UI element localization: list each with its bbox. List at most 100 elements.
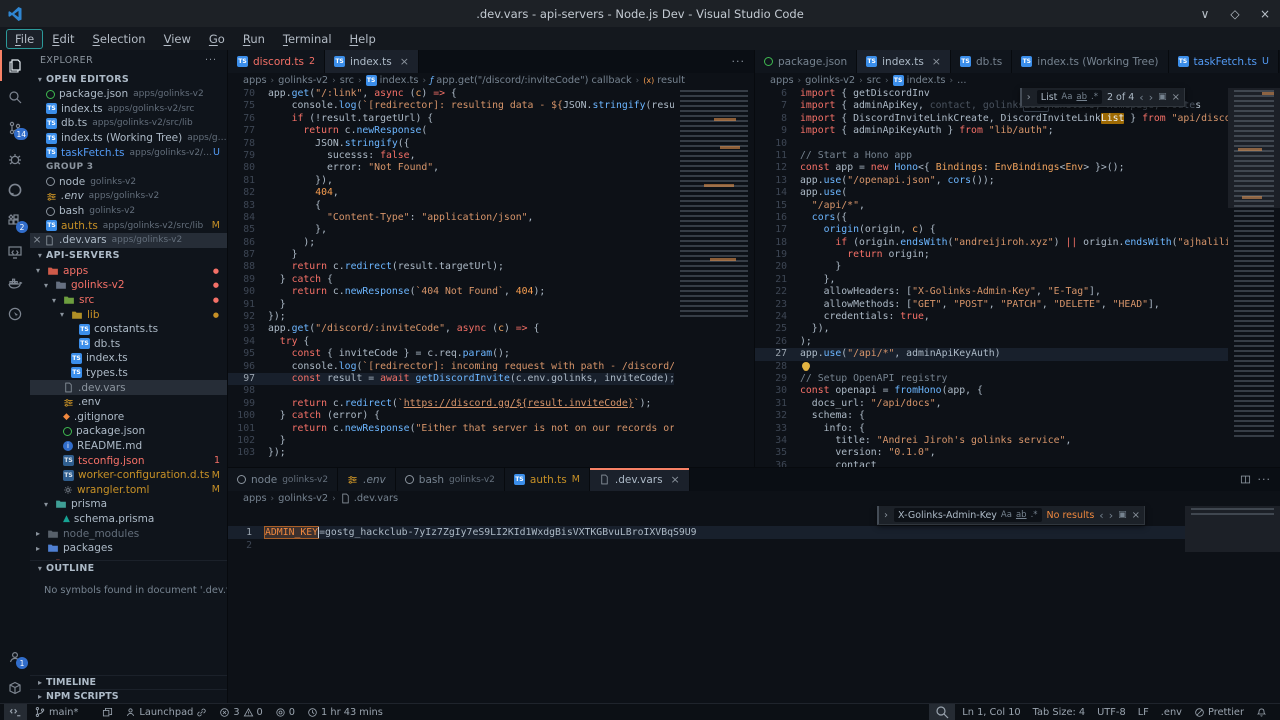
menu-file[interactable]: File xyxy=(6,29,43,49)
activity-docker-icon[interactable] xyxy=(0,267,30,298)
tab-node[interactable]: nodegolinks-v2 xyxy=(228,468,338,491)
code-line-87[interactable]: 87 } xyxy=(228,249,674,261)
window-chevron-down-icon[interactable]: ∨ xyxy=(1190,0,1220,27)
open-editor-index.ts-working-tree-[interactable]: TSindex.ts (Working Tree)apps/golinks-v.… xyxy=(30,131,227,146)
open-editor-node[interactable]: nodegolinks-v2 xyxy=(30,175,227,190)
code-line-1[interactable]: 1ADMIN_KEY=gostg_hackclub-7yIz7ZgIy7eS9L… xyxy=(228,526,1185,539)
code-line-9[interactable]: 9import { adminApiKeyAuth } from "lib/au… xyxy=(755,125,1228,137)
code-line-27[interactable]: 27app.use("/api/*", adminApiKeyAuth) xyxy=(755,348,1228,360)
code-line-82[interactable]: 82 404, xyxy=(228,187,674,199)
outline-header[interactable]: ▾OUTLINE xyxy=(30,560,227,576)
code-line-11[interactable]: 11// Start a Hono app xyxy=(755,150,1228,162)
close-icon[interactable]: × xyxy=(30,234,44,246)
code-line-80[interactable]: 80 error: "Not Found", xyxy=(228,162,674,174)
open-editor-index.ts[interactable]: TSindex.tsapps/golinks-v2/src xyxy=(30,102,227,117)
status-encoding[interactable]: UTF-8 xyxy=(1092,704,1131,720)
breadcrumb-item[interactable]: golinks-v2 xyxy=(805,75,855,86)
status-notifications[interactable] xyxy=(1251,704,1272,720)
code-line-23[interactable]: 23 allowMethods: ["GET", "POST", "PATCH"… xyxy=(755,299,1228,311)
find-in-selection-icon[interactable]: ▣ xyxy=(1158,92,1167,102)
status-eol[interactable]: LF xyxy=(1133,704,1154,720)
open-editor-.dev.vars[interactable]: ×.dev.varsapps/golinks-v2 xyxy=(30,233,227,248)
activity-extensions-icon[interactable]: 2 xyxy=(0,205,30,236)
code-line-90[interactable]: 90 return c.newResponse(`404 Not Found`,… xyxy=(228,286,674,298)
breadcrumb-item[interactable]: ƒapp.get("/discord/:inviteCode") callbac… xyxy=(430,75,632,86)
code-line-75[interactable]: 75 console.log(`[redirector]: resulting … xyxy=(228,100,674,112)
status-timer[interactable]: 1 hr 43 mins xyxy=(302,704,388,720)
tree-item-prisma[interactable]: ▾prisma xyxy=(30,497,227,512)
tab-.env[interactable]: .env xyxy=(338,468,396,491)
code-line-16[interactable]: 16 cors({ xyxy=(755,212,1228,224)
code-line-95[interactable]: 95 const { inviteCode } = c.req.param(); xyxy=(228,348,674,360)
code-line-70[interactable]: 70app.get("/:link", async (c) => { xyxy=(228,88,674,100)
code-line-36[interactable]: 36 contact xyxy=(755,460,1228,467)
status-launchpad[interactable]: Launchpad xyxy=(120,704,212,720)
tree-item-schema.prisma[interactable]: ▲schema.prisma xyxy=(30,512,227,527)
find-in-selection-icon[interactable]: ▣ xyxy=(1118,510,1127,520)
open-editor-bash[interactable]: bashgolinks-v2 xyxy=(30,204,227,219)
code-line-14[interactable]: 14app.use( xyxy=(755,187,1228,199)
breadcrumb[interactable]: apps›golinks-v2›.dev.vars xyxy=(228,491,1280,506)
tab-index.ts[interactable]: TSindex.ts× xyxy=(857,50,951,73)
menu-terminal[interactable]: Terminal xyxy=(274,29,341,49)
regex-icon[interactable]: .* xyxy=(1091,92,1098,102)
activity-remote-explorer-icon[interactable] xyxy=(0,236,30,267)
code-line-2[interactable]: 2 xyxy=(228,539,1185,552)
more-actions-icon[interactable]: ··· xyxy=(732,55,746,68)
tab-taskfetch.ts[interactable]: TStaskFetch.tsU xyxy=(1169,50,1279,73)
code-line-20[interactable]: 20 } xyxy=(755,261,1228,273)
code-line-86[interactable]: 86 ); xyxy=(228,237,674,249)
tree-item-golinks-v2[interactable]: ▾golinks-v2● xyxy=(30,278,227,293)
toggle-replace-icon[interactable]: › xyxy=(883,510,889,521)
tab-auth.ts[interactable]: TSauth.tsM xyxy=(505,468,590,491)
tree-item-node-modules[interactable]: ▸node_modules xyxy=(30,526,227,541)
minimap[interactable] xyxy=(1228,88,1280,467)
tree-item-package.json[interactable]: package.json xyxy=(30,424,227,439)
tree-item-types.ts[interactable]: TStypes.ts xyxy=(30,366,227,381)
breadcrumb-item[interactable]: src xyxy=(340,75,354,86)
breadcrumb[interactable]: apps›golinks-v2›src›TSindex.ts›... xyxy=(755,73,1280,88)
code-line-30[interactable]: 30const openapi = fromHono(app, { xyxy=(755,385,1228,397)
activity-search-icon[interactable] xyxy=(0,81,30,112)
timeline-header[interactable]: ▸TIMELINE xyxy=(30,675,227,689)
code-line-24[interactable]: 24 credentials: true, xyxy=(755,311,1228,323)
breadcrumb[interactable]: apps›golinks-v2›src›TSindex.ts›ƒapp.get(… xyxy=(228,73,754,88)
tab-.dev.vars[interactable]: .dev.vars× xyxy=(590,468,690,491)
find-next-icon[interactable]: › xyxy=(1149,91,1153,104)
code-line-78[interactable]: 78 JSON.stringify({ xyxy=(228,138,674,150)
status-problems[interactable]: 30 xyxy=(214,704,267,720)
more-actions-icon[interactable]: ··· xyxy=(1258,473,1272,486)
menu-help[interactable]: Help xyxy=(341,29,385,49)
code-line-18[interactable]: 18 if (origin.endsWith("andreijiroh.xyz"… xyxy=(755,237,1228,249)
breadcrumb-item[interactable]: ... xyxy=(957,75,966,86)
tab-index.ts-working-tree-[interactable]: TSindex.ts (Working Tree) xyxy=(1012,50,1168,73)
find-input[interactable]: X-Golinks-Admin-KeyAaab.* xyxy=(894,508,1041,522)
breadcrumb-item[interactable]: golinks-v2 xyxy=(278,493,328,504)
code-line-21[interactable]: 21 }, xyxy=(755,274,1228,286)
find-previous-icon[interactable]: ‹ xyxy=(1099,509,1103,522)
code-line-85[interactable]: 85 }, xyxy=(228,224,674,236)
code-line-29[interactable]: 29// Setup OpenAPI registry xyxy=(755,373,1228,385)
tree-item-tsconfig.json[interactable]: TStsconfig.json1 xyxy=(30,453,227,468)
minimap[interactable] xyxy=(1185,506,1280,703)
menu-selection[interactable]: Selection xyxy=(84,29,155,49)
open-editor-db.ts[interactable]: TSdb.tsapps/golinks-v2/src/lib xyxy=(30,116,227,131)
code-line-26[interactable]: 26); xyxy=(755,336,1228,348)
breadcrumb-item[interactable]: TSindex.ts xyxy=(893,75,946,86)
activity-source-control-icon[interactable]: 14 xyxy=(0,112,30,143)
breadcrumb-item[interactable]: (x)result xyxy=(643,75,685,86)
npm-scripts-header[interactable]: ▸NPM SCRIPTS xyxy=(30,689,227,703)
code-line-77[interactable]: 77 return c.newResponse( xyxy=(228,125,674,137)
code-line-83[interactable]: 83 { xyxy=(228,200,674,212)
code-editor[interactable]: 70app.get("/:link", async (c) => {75 con… xyxy=(228,88,674,467)
code-line-103[interactable]: 103}); xyxy=(228,447,674,459)
tree-item-worker-configuration.d.ts[interactable]: TSworker-configuration.d.tsM xyxy=(30,468,227,483)
tree-item-db.ts[interactable]: TSdb.ts xyxy=(30,337,227,352)
close-icon[interactable]: × xyxy=(400,55,409,68)
code-editor[interactable]: 1ADMIN_KEY=gostg_hackclub-7yIz7ZgIy7eS9L… xyxy=(228,506,1185,703)
match-case-icon[interactable]: Aa xyxy=(1001,510,1012,520)
code-editor[interactable]: 6import { getDiscordInv7import { adminAp… xyxy=(755,88,1228,467)
breadcrumb-item[interactable]: apps xyxy=(243,493,267,504)
tree-item-src[interactable]: ▾src● xyxy=(30,293,227,308)
code-line-35[interactable]: 35 version: "0.1.0", xyxy=(755,447,1228,459)
